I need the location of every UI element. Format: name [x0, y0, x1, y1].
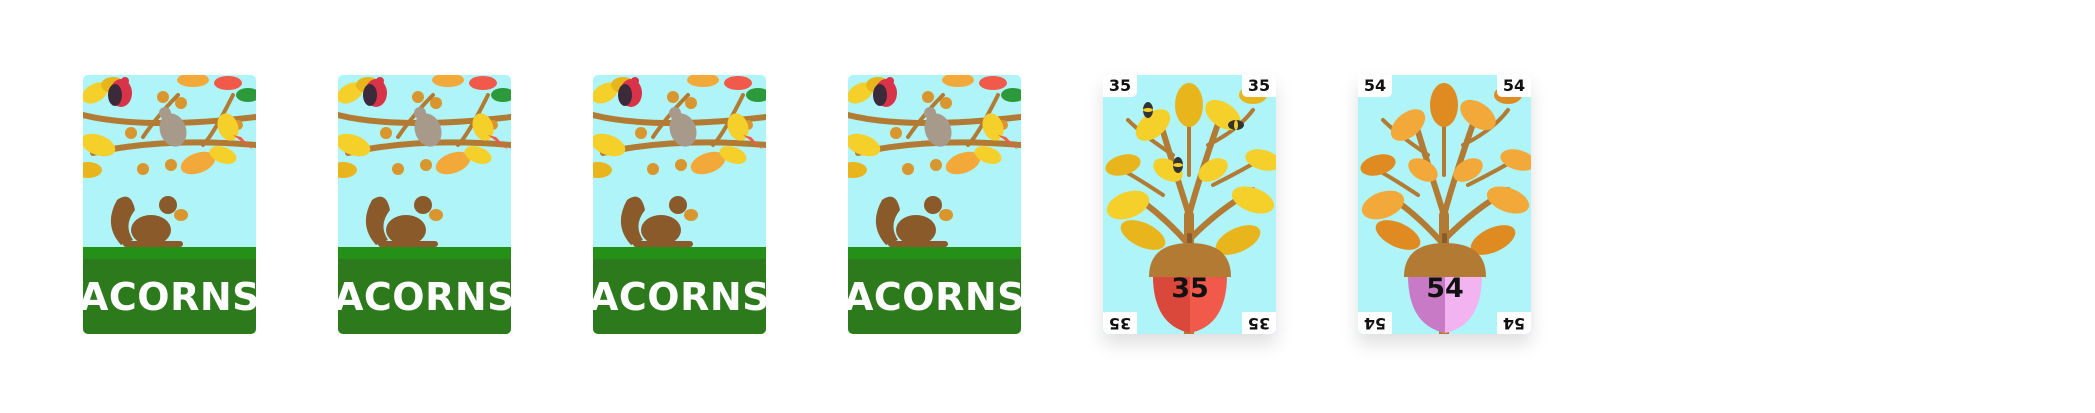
card-corner-number: 54 — [1358, 312, 1392, 334]
card-back-brand: ACORNS — [848, 275, 1021, 319]
card-corner-number: 35 — [1103, 75, 1137, 97]
card-back[interactable]: ACORNS — [83, 75, 256, 334]
card-corner-number: 54 — [1358, 75, 1392, 97]
acorn-card-35[interactable]: 35 35 35 35 35 — [1103, 75, 1276, 334]
card-back[interactable]: ACORNS — [338, 75, 511, 334]
card-corner-number: 35 — [1242, 75, 1276, 97]
acorn-value: 35 — [1171, 273, 1209, 304]
acorn-value: 54 — [1426, 273, 1464, 304]
card-corner-number: 35 — [1242, 312, 1276, 334]
card-corner-number: 35 — [1103, 312, 1137, 334]
card-back[interactable]: ACORNS — [848, 75, 1021, 334]
card-corner-number: 54 — [1497, 75, 1531, 97]
card-corner-number: 54 — [1497, 312, 1531, 334]
card-back-brand: ACORNS — [83, 275, 256, 319]
card-back-brand: ACORNS — [338, 275, 511, 319]
card-back[interactable]: ACORNS — [593, 75, 766, 334]
acorn-card-54[interactable]: 54 54 54 54 54 — [1358, 75, 1531, 334]
card-back-brand: ACORNS — [593, 275, 766, 319]
